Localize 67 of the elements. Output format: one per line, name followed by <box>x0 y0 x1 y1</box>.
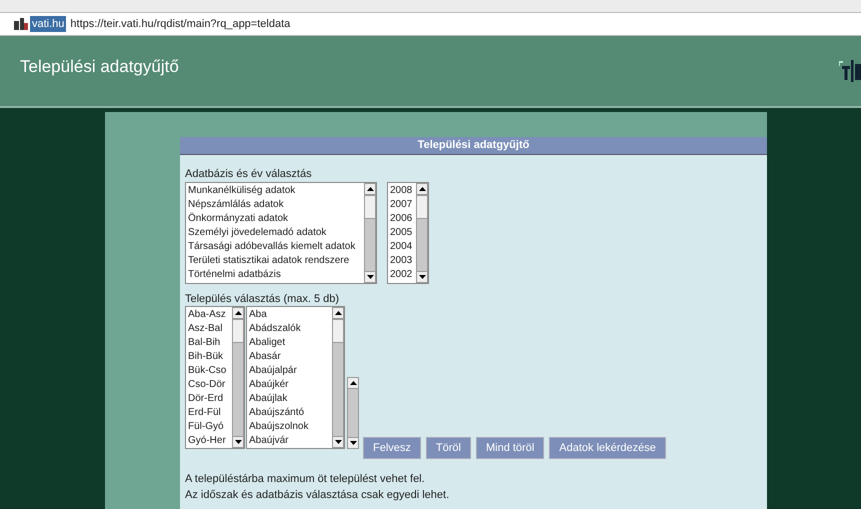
list-option[interactable]: Dör-Erd <box>188 392 230 406</box>
down-arrow-icon[interactable] <box>366 275 374 279</box>
scrollbar[interactable] <box>364 183 376 283</box>
list-option[interactable]: Abaújszolnok <box>249 420 330 434</box>
list-option[interactable]: Gyó-Her <box>188 434 230 448</box>
list-option[interactable]: Bal-Bih <box>188 336 230 350</box>
section-label: Település választás (max. 5 db) <box>185 292 340 306</box>
list-option[interactable]: Abaújszántó <box>249 406 330 420</box>
down-arrow-icon[interactable] <box>234 440 242 444</box>
list-option[interactable]: Abaliget <box>249 336 330 350</box>
url-text[interactable]: https://teir.vati.hu/rqdist/main?rq_app=teldata <box>70 16 290 32</box>
scrollbar-thumb[interactable] <box>233 319 243 343</box>
list-option[interactable]: Történelmi adatbázis <box>188 268 362 282</box>
list-option[interactable]: 2004 <box>390 240 414 254</box>
scrollbar-thumb[interactable] <box>365 195 375 219</box>
list-option[interactable]: Aba <box>249 308 330 322</box>
up-arrow-icon[interactable] <box>418 187 426 191</box>
list-option[interactable]: 2007 <box>390 198 414 212</box>
up-arrow-icon[interactable] <box>350 381 356 385</box>
down-arrow-icon[interactable] <box>350 441 356 445</box>
site-badge: vati.hu <box>30 16 66 32</box>
scrollbar[interactable] <box>416 183 428 283</box>
up-arrow-icon[interactable] <box>334 311 342 315</box>
list-option[interactable]: Önkormányzati adatok <box>188 212 362 226</box>
app-title: Települési adatgyűjtő <box>20 56 179 78</box>
list-option[interactable]: 2006 <box>390 212 414 226</box>
scrollbar-thumb[interactable] <box>333 319 343 343</box>
list-option[interactable]: Népszámlálás adatok <box>188 198 362 212</box>
settlement-list[interactable]: Aba Abádszalók Abaliget Abasár Abaújalpár Abaújkér Abaújlak Abaújszántó Abaújszolnok Abaújvár <box>246 306 345 449</box>
list-option[interactable]: Aba-Asz <box>188 308 230 322</box>
list-option[interactable]: Bih-Bük <box>188 350 230 364</box>
list-option[interactable]: Bük-Cso <box>188 364 230 378</box>
scrollbar[interactable] <box>232 307 244 448</box>
scrollbar-thumb[interactable] <box>417 195 427 219</box>
brand-logo-icon <box>839 60 861 84</box>
list-option[interactable]: Asz-Bal <box>188 322 230 336</box>
list-option[interactable]: Területi statisztikai adatok rendszere <box>188 254 362 268</box>
note-text: Az időszak és adatbázis választása csak egyedi lehet. <box>185 488 450 503</box>
list-option[interactable]: Abaújalpár <box>249 364 330 378</box>
down-arrow-icon[interactable] <box>334 440 342 444</box>
selected-settlements-list[interactable] <box>347 377 359 449</box>
up-arrow-icon[interactable] <box>234 311 242 315</box>
up-arrow-icon[interactable] <box>366 187 374 191</box>
list-option[interactable]: Fül-Gyó <box>188 420 230 434</box>
list-option[interactable]: Cso-Dör <box>188 378 230 392</box>
section-label: Adatbázis és év választás <box>185 167 313 181</box>
list-option[interactable]: 2002 <box>390 268 414 282</box>
list-option[interactable]: Erd-Fül <box>188 406 230 420</box>
range-list[interactable]: Aba-Asz Asz-Bal Bal-Bih Bih-Bük Bük-Cso Cso-Dör Dör-Erd Erd-Fül Fül-Gyó Gyó-Her <box>185 306 245 449</box>
scrollbar[interactable] <box>332 307 344 448</box>
note-text: A településtárba maximum öt települést vehet fel. <box>185 472 426 487</box>
form-title: Települési adatgyűjtő <box>418 138 530 154</box>
list-option[interactable]: Abaújlak <box>249 392 330 406</box>
list-option[interactable]: Munkanélküliség adatok <box>188 184 362 198</box>
year-list[interactable]: 2008 2007 2006 2005 2004 2003 2002 <box>387 182 429 284</box>
database-list[interactable]: Munkanélküliség adatok Népszámlálás adatok Önkormányzati adatok Személyi jövedelemadó adatok Társasági adóbevallás kiemelt adatok Területi statisztikai adatok rendszere Történelmi adatbázis <box>185 182 377 284</box>
list-option[interactable]: 2005 <box>390 226 414 240</box>
down-arrow-icon[interactable] <box>418 275 426 279</box>
list-option[interactable]: 2008 <box>390 184 414 198</box>
list-option[interactable]: Abaújkér <box>249 378 330 392</box>
list-option[interactable]: Személyi jövedelemadó adatok <box>188 226 362 240</box>
logo-icon <box>14 18 28 30</box>
list-option[interactable]: Abádszalók <box>249 322 330 336</box>
list-option[interactable]: Abasár <box>249 350 330 364</box>
list-option[interactable]: 2003 <box>390 254 414 268</box>
list-option[interactable]: Abaújvár <box>249 434 330 448</box>
list-option[interactable]: Társasági adóbevallás kiemelt adatok <box>188 240 362 254</box>
